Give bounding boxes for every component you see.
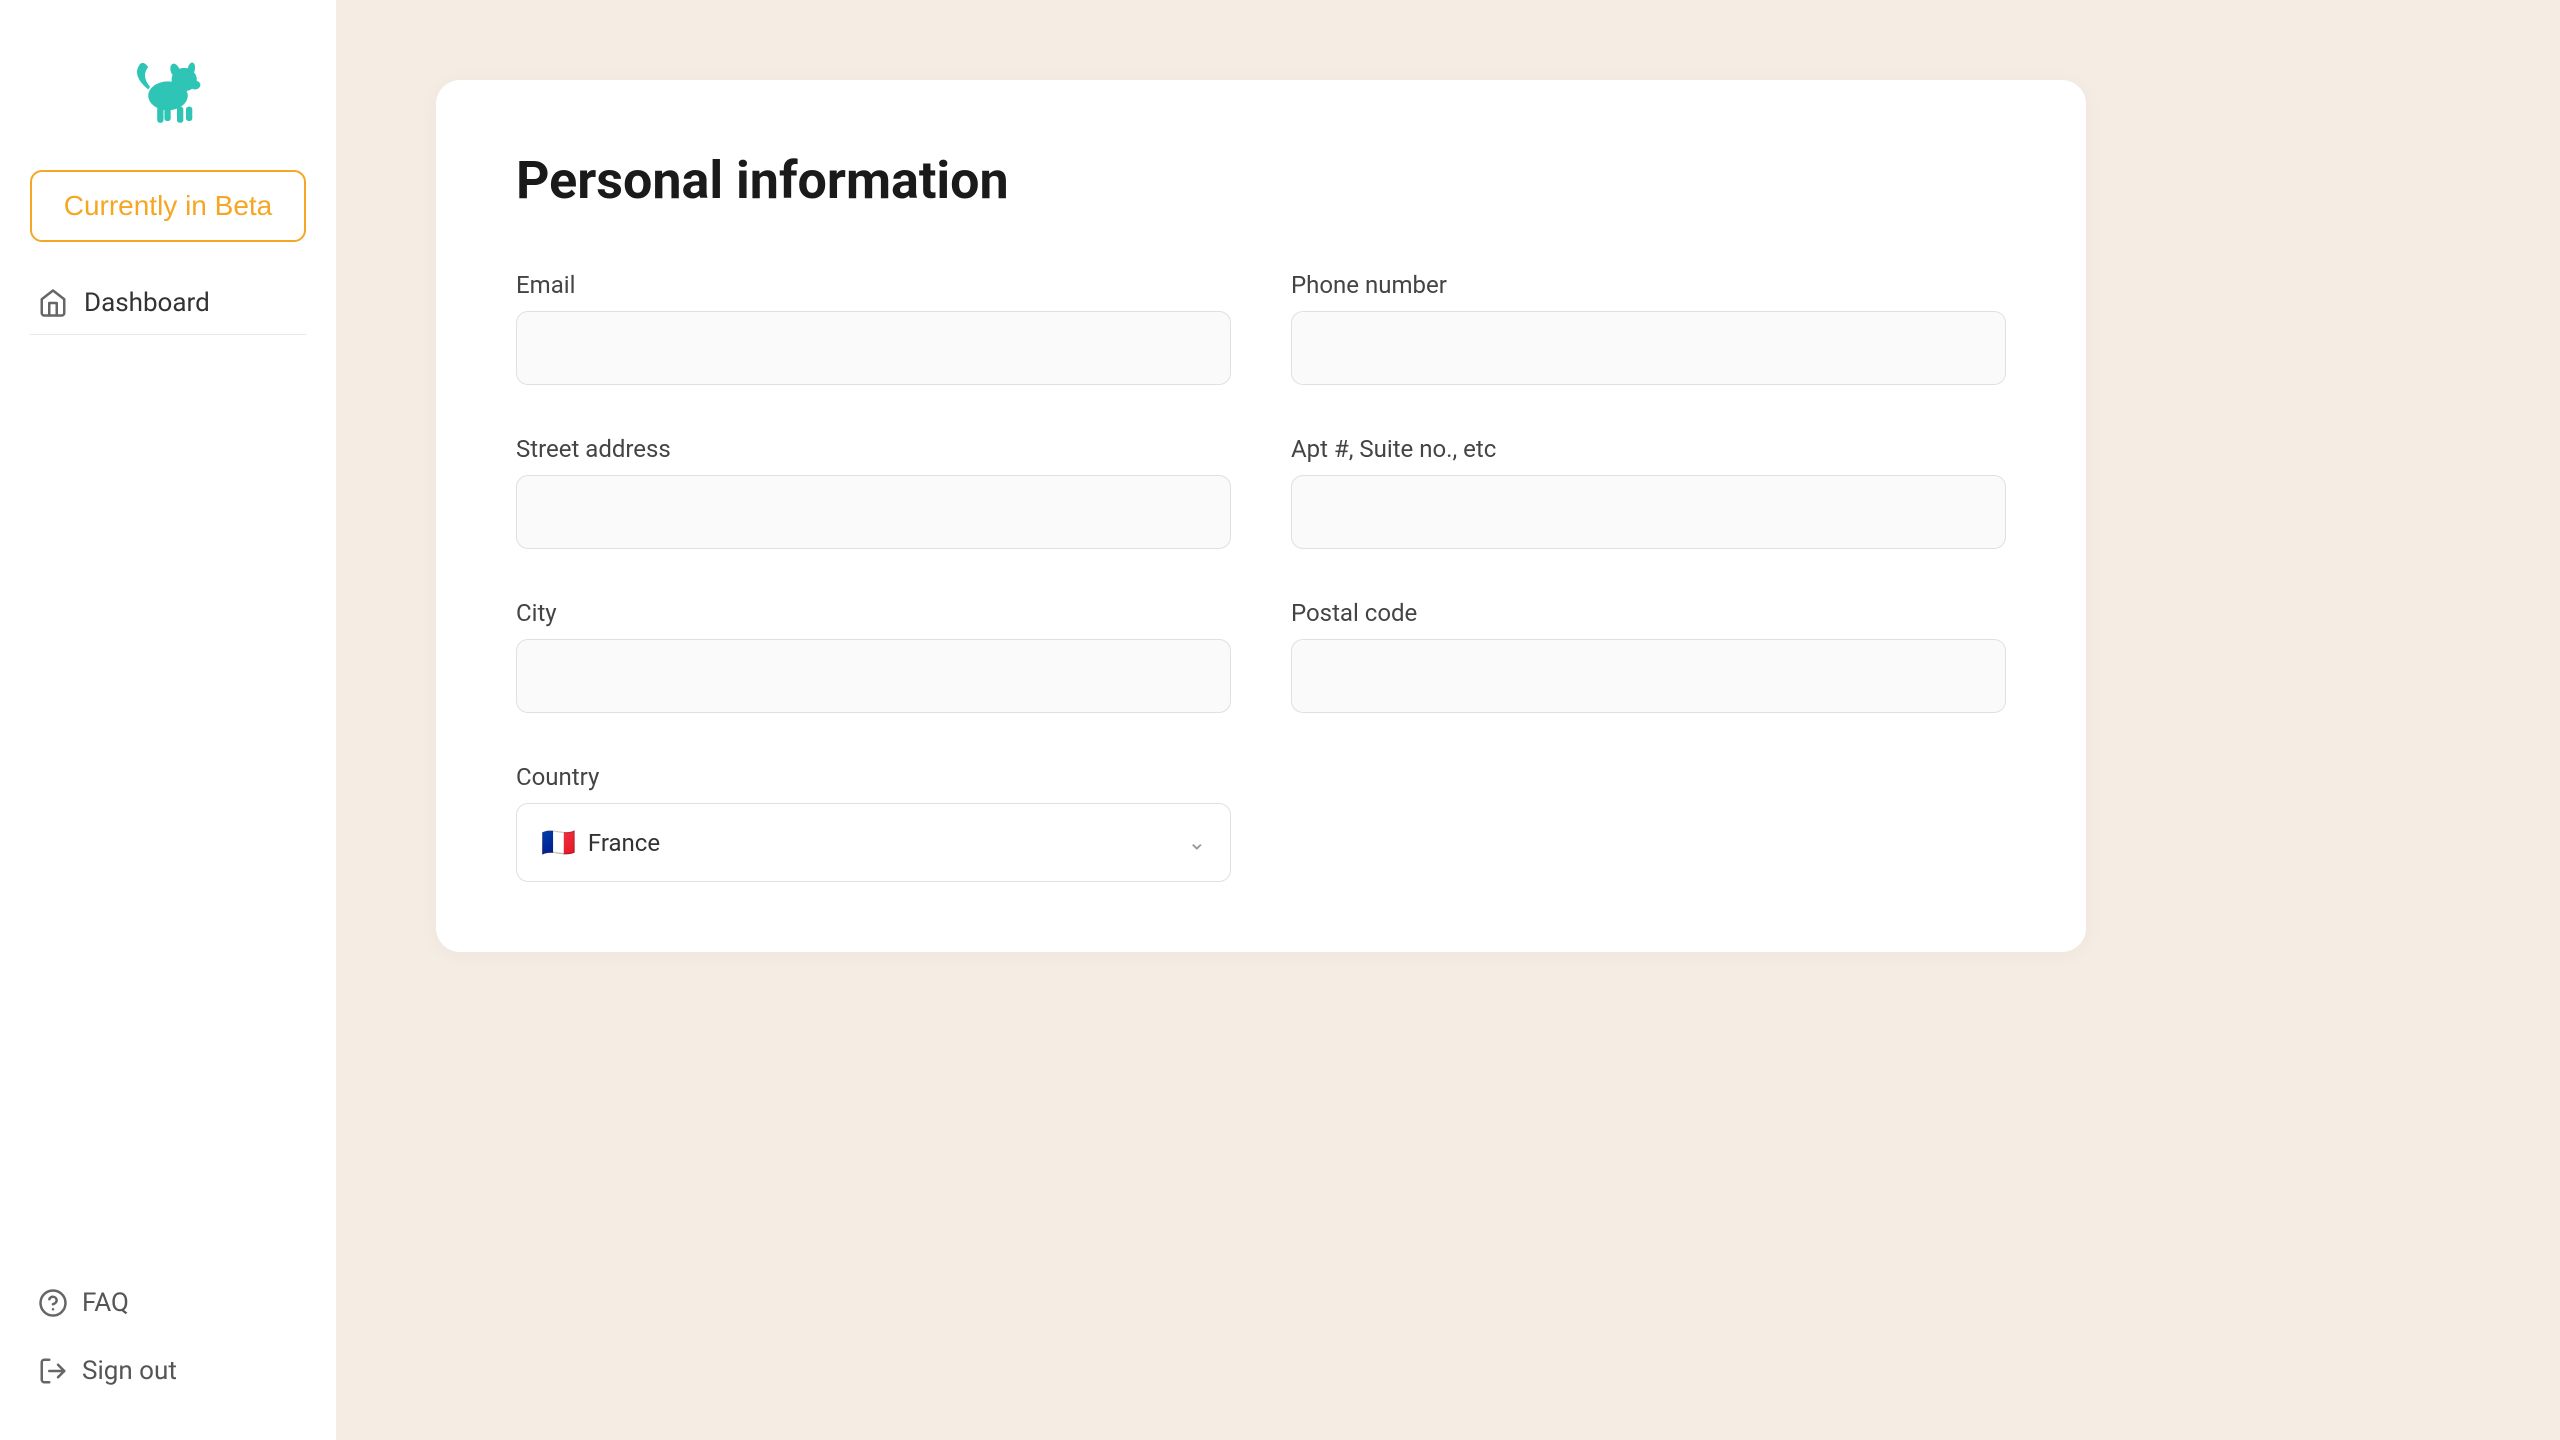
phone-field[interactable] — [1291, 311, 2006, 385]
postal-group: Postal code — [1291, 599, 2006, 713]
street-field[interactable] — [516, 475, 1231, 549]
email-field[interactable] — [516, 311, 1231, 385]
faq-label: FAQ — [82, 1288, 129, 1318]
apt-label: Apt #, Suite no., etc — [1291, 435, 2006, 463]
personal-info-card: Personal information Email Phone number … — [436, 80, 2086, 952]
help-circle-icon — [38, 1288, 68, 1318]
sidebar: Currently in Beta Dashboard FAQ — [0, 0, 336, 1440]
email-group: Email — [516, 271, 1231, 385]
country-flag: 🇫🇷 — [541, 826, 576, 859]
beta-button[interactable]: Currently in Beta — [30, 170, 306, 242]
city-group: City — [516, 599, 1231, 713]
main-nav: Dashboard — [30, 272, 306, 335]
city-field[interactable] — [516, 639, 1231, 713]
postal-field[interactable] — [1291, 639, 2006, 713]
postal-label: Postal code — [1291, 599, 2006, 627]
street-label: Street address — [516, 435, 1231, 463]
logo-area — [30, 40, 306, 130]
street-group: Street address — [516, 435, 1231, 549]
sidebar-item-faq[interactable]: FAQ — [30, 1274, 306, 1332]
phone-label: Phone number — [1291, 271, 2006, 299]
country-value: France — [588, 829, 660, 857]
country-select[interactable]: 🇫🇷 France ⌄ — [516, 803, 1231, 882]
chevron-down-icon: ⌄ — [1188, 830, 1206, 855]
main-content: Personal information Email Phone number … — [336, 0, 2560, 1440]
city-label: City — [516, 599, 1231, 627]
app-logo — [123, 40, 213, 130]
apt-group: Apt #, Suite no., etc — [1291, 435, 2006, 549]
sidebar-item-dashboard[interactable]: Dashboard — [30, 272, 306, 335]
country-label: Country — [516, 763, 1231, 791]
card-title: Personal information — [516, 150, 2006, 211]
email-label: Email — [516, 271, 1231, 299]
bottom-nav: FAQ Sign out — [30, 1274, 306, 1400]
log-out-icon — [38, 1356, 68, 1386]
personal-info-form: Email Phone number Street address Apt #,… — [516, 271, 2006, 882]
sidebar-item-signout[interactable]: Sign out — [30, 1342, 306, 1400]
phone-group: Phone number — [1291, 271, 2006, 385]
dashboard-label: Dashboard — [84, 288, 210, 318]
home-icon — [38, 288, 68, 318]
country-group: Country 🇫🇷 France ⌄ — [516, 763, 1231, 882]
apt-field[interactable] — [1291, 475, 2006, 549]
signout-label: Sign out — [82, 1356, 177, 1386]
